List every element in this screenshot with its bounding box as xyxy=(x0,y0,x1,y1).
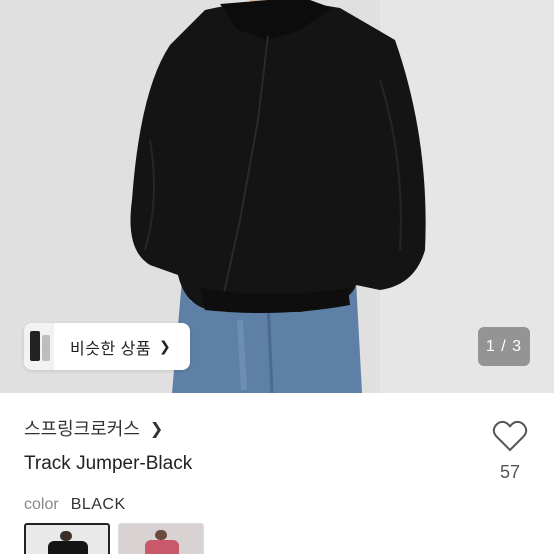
chevron-right-icon: ❯ xyxy=(149,418,164,438)
similar-products-thumbnail xyxy=(24,323,54,370)
color-value: BLACK xyxy=(70,496,126,513)
like-button[interactable] xyxy=(488,420,532,456)
product-image[interactable]: 비슷한 상품 ❯ 1 / 3 xyxy=(0,0,554,393)
heart-outline-icon xyxy=(492,420,528,451)
brand-link[interactable]: 스프링크로커스 ❯ xyxy=(24,415,163,441)
brand-name: 스프링크로커스 xyxy=(24,419,140,439)
color-label: color xyxy=(24,496,59,513)
color-info: color BLACK xyxy=(24,496,126,514)
product-title: Track Jumper-Black xyxy=(24,453,193,474)
chevron-right-icon: ❯ xyxy=(159,338,171,355)
color-variant-black[interactable] xyxy=(24,523,110,554)
similar-products-label: 비슷한 상품 xyxy=(70,340,152,358)
like-count: 57 xyxy=(499,462,521,482)
color-variant-pink[interactable] xyxy=(118,523,204,554)
similar-products-button[interactable]: 비슷한 상품 ❯ xyxy=(24,323,190,370)
image-page-counter: 1 / 3 xyxy=(478,327,530,366)
